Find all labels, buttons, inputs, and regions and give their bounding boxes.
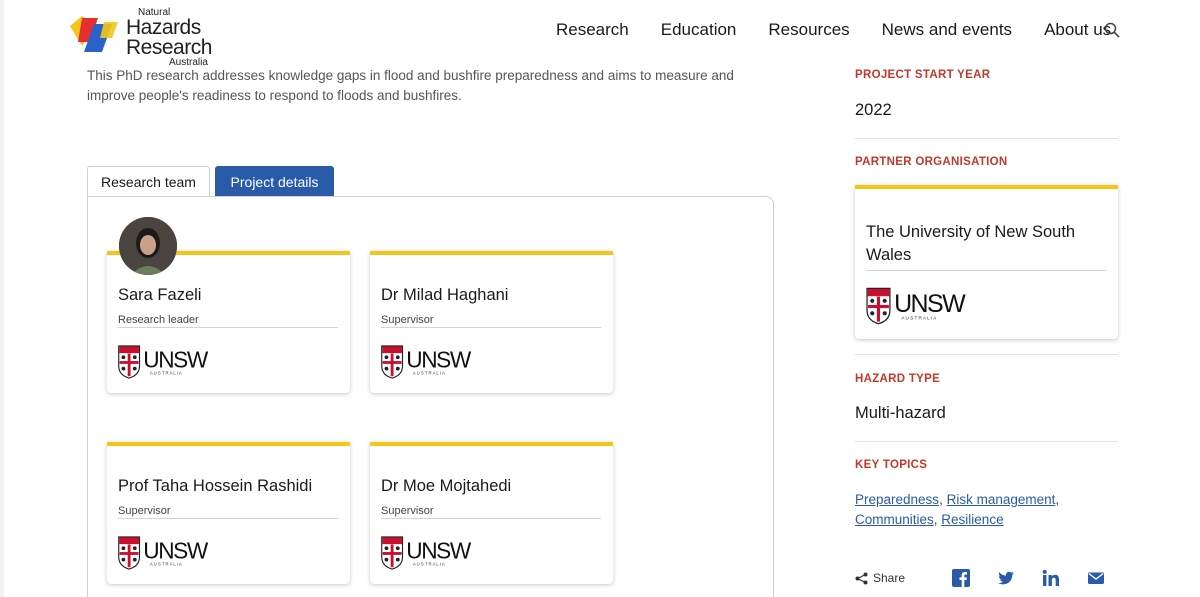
research-team-panel: Sara Fazeli Research leader UNSW A U S T … [87, 196, 774, 597]
unsw-logo: UNSW A U S T R A L I A [117, 345, 213, 379]
unsw-wordmark: UNSW [143, 538, 209, 564]
topic-link[interactable]: Resilience [941, 512, 1003, 527]
avatar-portrait-icon [119, 217, 177, 275]
unsw-wordmark: UNSW [894, 290, 966, 318]
partner-name: The University of New South Wales [866, 223, 1076, 264]
partner-card[interactable]: The University of New South Wales UNSW A … [855, 185, 1118, 339]
unsw-logo: UNSW A U S T R A L I A [866, 287, 970, 325]
share-icon [855, 572, 868, 584]
team-member-name: Dr Milad Haghani [381, 286, 509, 304]
team-member-role: Supervisor [118, 505, 171, 517]
unsw-australia-text: A U S T R A L I A [901, 316, 937, 321]
unsw-logo: UNSW A U S T R A L I A [117, 536, 213, 570]
key-topics-list: Preparedness, Risk management, Communiti… [855, 490, 1125, 530]
nav-item-education[interactable]: Education [661, 20, 737, 40]
unsw-crest-icon: UNSWA U S T R A L I A [381, 536, 473, 570]
email-icon[interactable] [1087, 569, 1105, 587]
unsw-wordmark: UNSW [143, 347, 209, 373]
page-edge [0, 0, 4, 597]
team-card[interactable]: Dr Moe Mojtahedi Supervisor UNSW A U S T … [370, 442, 613, 584]
avatar [119, 217, 177, 275]
nav-item-news-and-events[interactable]: News and events [882, 20, 1012, 40]
tab-project-details[interactable]: Project details [215, 166, 334, 197]
hazard-type-label: HAZARD TYPE [855, 373, 941, 385]
nav-item-about-us[interactable]: About us [1044, 20, 1111, 40]
unsw-wordmark: UNSW [406, 538, 472, 564]
partner-organisation-label: PARTNER ORGANISATION [855, 156, 1008, 168]
card-divider [118, 327, 338, 328]
team-card[interactable]: Dr Milad Haghani Supervisor UNSW A U S T … [370, 251, 613, 393]
project-start-year-value: 2022 [855, 101, 892, 119]
unsw-wordmark: UNSW [406, 347, 472, 373]
unsw-australia-text: A U S T R A L I A [413, 561, 445, 566]
sidebar-divider [855, 441, 1118, 442]
team-member-role: Supervisor [381, 314, 434, 326]
share-button[interactable]: Share [855, 571, 905, 585]
logo-research: Research [126, 36, 212, 59]
key-topics-label: KEY TOPICS [855, 459, 928, 471]
search-icon[interactable] [1104, 22, 1120, 38]
unsw-logo: UNSW A U S T R A L I A [380, 536, 476, 570]
nav-item-research[interactable]: Research [556, 20, 629, 40]
unsw-crest-icon: UNSWA U S T R A L I A [118, 345, 210, 379]
team-card[interactable]: Prof Taha Hossein Rashidi Supervisor UNS… [107, 442, 350, 584]
main-nav: Research Education Resources News and ev… [556, 20, 1143, 40]
hazard-type-value: Multi-hazard [855, 404, 946, 422]
twitter-icon[interactable] [997, 569, 1015, 587]
linkedin-icon[interactable] [1042, 569, 1060, 587]
topic-separator: , [1055, 492, 1060, 507]
site-logo[interactable]: Natural Hazards Research Australia [68, 6, 212, 68]
nav-item-resources[interactable]: Resources [768, 20, 849, 40]
sidebar-divider [855, 138, 1118, 139]
team-card[interactable]: Sara Fazeli Research leader UNSW A U S T … [107, 217, 350, 393]
logo-wordmark: Natural Hazards Research Australia [126, 8, 212, 68]
tab-research-team[interactable]: Research team [87, 166, 210, 197]
logo-mark-icon [70, 16, 118, 52]
unsw-australia-text: A U S T R A L I A [413, 370, 445, 375]
team-member-name: Dr Moe Mojtahedi [381, 477, 512, 495]
unsw-australia-text: A U S T R A L I A [150, 561, 182, 566]
topic-link[interactable]: Risk management [947, 492, 1056, 507]
topic-link[interactable]: Communities [855, 512, 934, 527]
unsw-crest-icon: UNSWA U S T R A L I A [866, 287, 968, 325]
topic-separator: , [939, 492, 947, 507]
card-divider [381, 518, 601, 519]
team-member-name: Sara Fazeli [118, 286, 202, 304]
card-divider [118, 518, 338, 519]
sidebar-divider [855, 354, 1118, 355]
card-divider [866, 270, 1106, 271]
unsw-crest-icon: UNSWA U S T R A L I A [381, 345, 473, 379]
unsw-logo: UNSW A U S T R A L I A [380, 345, 476, 379]
project-start-year-label: PROJECT START YEAR [855, 69, 991, 81]
team-member-role: Research leader [118, 314, 199, 326]
unsw-australia-text: A U S T R A L I A [150, 370, 182, 375]
card-divider [381, 327, 601, 328]
unsw-crest-icon: UNSWA U S T R A L I A [118, 536, 210, 570]
logo-hazards: Hazards [126, 16, 201, 39]
share-label: Share [873, 571, 906, 585]
team-member-name: Prof Taha Hossein Rashidi [118, 477, 313, 495]
team-member-role: Supervisor [381, 505, 434, 517]
project-summary: This PhD research addresses knowledge ga… [87, 68, 734, 103]
topic-link[interactable]: Preparedness [855, 492, 939, 507]
facebook-icon[interactable] [952, 569, 970, 587]
